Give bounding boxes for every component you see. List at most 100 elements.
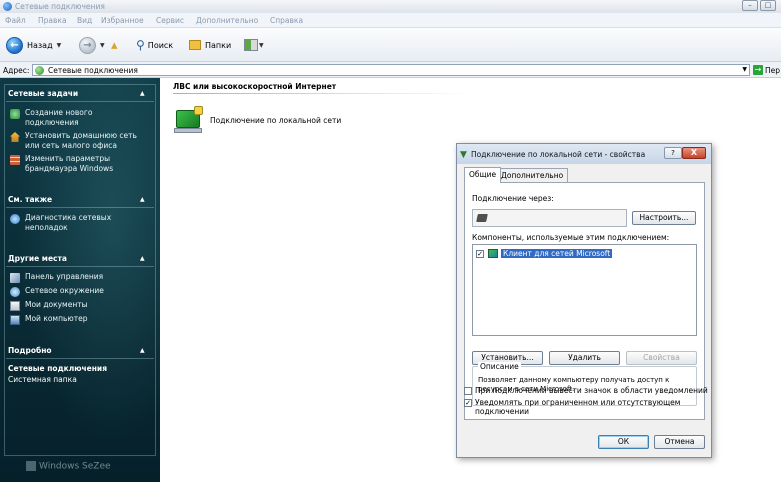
chevron-down-icon: ▼ (56, 41, 62, 49)
network-connection-icon: ▼ (460, 150, 467, 160)
connection-label: Подключение по локальной сети (210, 115, 342, 125)
go-label: Пер (765, 65, 781, 75)
local-connection-item[interactable]: Подключение по локальной сети (174, 104, 341, 136)
menu-file[interactable]: Файл (5, 16, 26, 25)
window-title: Сетевые подключения (15, 2, 105, 11)
ok-button[interactable]: ОК (598, 435, 649, 449)
notify-option[interactable]: ✓ Уведомлять при ограниченном или отсутс… (464, 398, 680, 416)
address-bar: Адрес: Сетевые подключения ▼ → Пер (0, 62, 781, 78)
menu-edit[interactable]: Правка (38, 16, 67, 25)
components-list[interactable]: ✓ Клиент для сетей Microsoft (472, 244, 697, 336)
task-label: Создание нового подключения (25, 108, 93, 127)
section-network-tasks[interactable]: Сетевые задачи (8, 89, 78, 98)
search-label: Поиск (147, 40, 174, 50)
place-control-panel[interactable]: Панель управления (10, 272, 103, 283)
folders-label: Папки (205, 40, 232, 50)
place-label: Мои документы (25, 300, 88, 309)
windows-flag-icon (26, 461, 36, 471)
windows-logo: Windows SeZee (26, 461, 136, 482)
collapse-icon[interactable]: ▲ (140, 90, 145, 97)
address-label: Адрес: (3, 66, 30, 75)
collapse-icon[interactable]: ▲ (140, 196, 145, 203)
my-computer-icon (10, 315, 20, 325)
group-header: ЛВС или высокоскоростной Интернет (173, 82, 337, 91)
logo-text: Windows SeZee (39, 461, 111, 472)
notify-label: Уведомлять при ограниченном или отсутств… (475, 398, 681, 416)
toolbar: ← Назад ▼ → ▼ ▴ ⚲ Поиск Папки ▼ (0, 28, 781, 62)
menu-help[interactable]: Справка (270, 16, 303, 25)
details-name: Сетевые подключения (8, 364, 108, 373)
back-label: Назад (27, 40, 53, 50)
show-icon-checkbox[interactable] (464, 387, 472, 395)
divider (6, 207, 154, 208)
new-connection-icon (10, 109, 20, 119)
properties-button[interactable]: Свойства (626, 351, 697, 365)
task-create-connection[interactable]: Создание нового подключения (10, 108, 92, 128)
components-label: Компоненты, используемые этим подключени… (472, 233, 670, 242)
connect-using-label: Подключение через: (472, 194, 554, 203)
chevron-down-icon[interactable]: ▼ (742, 66, 747, 73)
tab-advanced[interactable]: Дополнительно (496, 168, 569, 182)
menu-tools[interactable]: Сервис (156, 16, 184, 25)
help-button[interactable]: ? (664, 147, 682, 159)
menu-view[interactable]: Вид (77, 16, 92, 25)
back-arrow-icon: ← (6, 36, 23, 54)
chevron-down-icon: ▼ (259, 41, 264, 49)
uninstall-button[interactable]: Удалить (549, 351, 620, 365)
cancel-button[interactable]: Отмена (654, 435, 705, 449)
adapter-field (472, 209, 627, 227)
close-button[interactable]: X (682, 147, 706, 159)
divider (6, 358, 154, 359)
go-button[interactable]: → Пер (753, 64, 781, 76)
folder-icon (189, 40, 201, 50)
place-network-neighborhood[interactable]: Сетевое окружение (10, 286, 104, 297)
up-folder-button[interactable]: ▴ (111, 36, 118, 54)
place-label: Сетевое окружение (25, 286, 104, 295)
network-adapter-icon (476, 214, 488, 222)
place-label: Мой компьютер (25, 314, 88, 323)
menu-favorites[interactable]: Избранное (101, 16, 144, 25)
section-see-also[interactable]: См. также (8, 195, 52, 204)
views-button[interactable]: ▼ (244, 36, 264, 54)
component-checkbox[interactable]: ✓ (476, 249, 484, 258)
views-icon (244, 39, 258, 51)
details-type: Системная папка (8, 375, 77, 384)
show-icon-label: При подключении вывести значок в области… (475, 386, 708, 395)
up-folder-icon: ▴ (111, 37, 118, 53)
back-button[interactable]: ← Назад ▼ (6, 36, 61, 54)
folders-button[interactable]: Папки (189, 36, 231, 54)
section-other-places[interactable]: Другие места (8, 254, 67, 263)
tab-general[interactable]: Общие (464, 167, 502, 183)
network-connection-icon (174, 104, 206, 136)
address-value: Сетевые подключения (48, 66, 138, 75)
my-documents-icon (10, 301, 20, 311)
task-label: Изменить параметры брандмауэра Windows (25, 154, 114, 173)
task-home-network[interactable]: Установить домашнюю сеть или сеть малого… (10, 131, 137, 151)
search-button[interactable]: ⚲ Поиск (136, 36, 173, 54)
place-my-documents[interactable]: Мои документы (10, 300, 88, 311)
configure-button[interactable]: Настроить... (632, 211, 696, 225)
notify-checkbox[interactable]: ✓ (464, 399, 472, 407)
forward-button[interactable]: → ▼ (79, 36, 105, 54)
menu-advanced[interactable]: Дополнительно (196, 16, 258, 25)
collapse-icon[interactable]: ▲ (140, 347, 145, 354)
divider (6, 101, 154, 102)
place-my-computer[interactable]: Мой компьютер (10, 314, 87, 325)
list-item[interactable]: ✓ Клиент для сетей Microsoft (476, 249, 613, 258)
window-titlebar: Сетевые подключения – □ (0, 0, 781, 13)
section-details[interactable]: Подробно (8, 346, 52, 355)
home-network-icon (10, 132, 20, 142)
minimize-button[interactable]: – (742, 0, 758, 11)
group-divider (173, 93, 473, 94)
address-input[interactable]: Сетевые подключения ▼ (32, 64, 750, 76)
task-pane: Сетевые задачи ▲ Создание нового подключ… (0, 78, 160, 482)
task-network-diagnostics[interactable]: Диагностика сетевых неполадок (10, 213, 111, 233)
collapse-icon[interactable]: ▲ (140, 255, 145, 262)
network-neighborhood-icon (10, 287, 20, 297)
general-tab-panel: Подключение через: Настроить... Компонен… (464, 182, 705, 420)
task-firewall-settings[interactable]: Изменить параметры брандмауэра Windows (10, 154, 113, 174)
maximize-button[interactable]: □ (760, 0, 776, 11)
place-label: Панель управления (25, 272, 104, 281)
show-icon-option[interactable]: При подключении вывести значок в области… (464, 386, 708, 395)
firewall-icon (10, 155, 20, 165)
